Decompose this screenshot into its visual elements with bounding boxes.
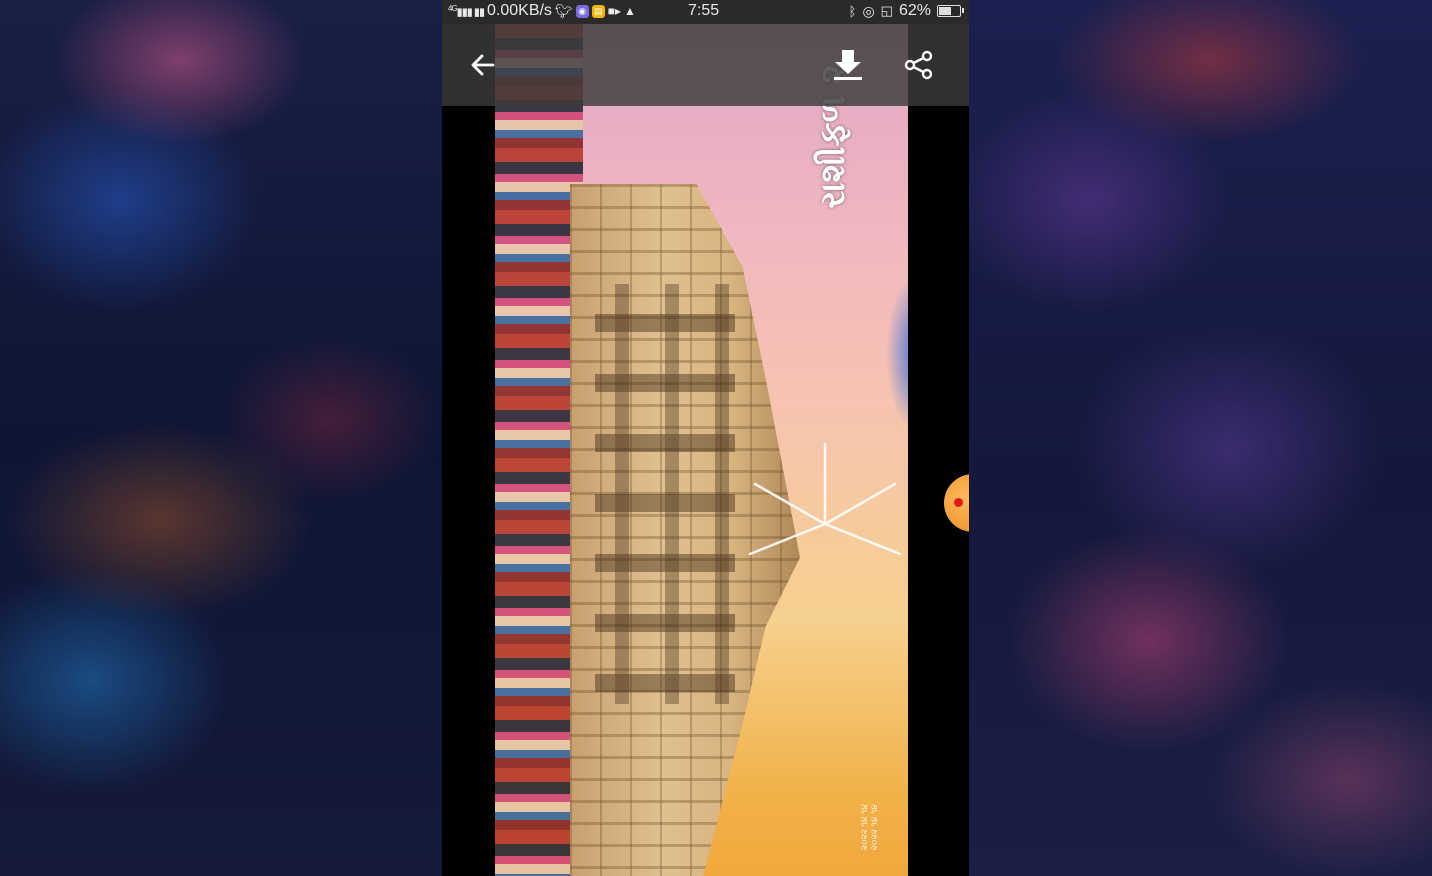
image-watermark: ૨૦૨૨ ૧૪ ૧૪ ૨૦૨૨ ૧૪ ૧૪ bbox=[859, 804, 889, 850]
snapchat-icon: ▲ bbox=[624, 4, 636, 18]
download-icon bbox=[834, 50, 862, 80]
watermark-line: ૨૦૨૨ ૧૪ ૧૪ bbox=[859, 804, 869, 851]
arrow-left-icon bbox=[471, 54, 495, 76]
watermark-line: ૨૦૨૨ ૧૪ ૧૪ bbox=[869, 804, 879, 851]
battery-icon bbox=[937, 5, 964, 17]
blurred-backdrop-left bbox=[0, 0, 442, 876]
download-button[interactable] bbox=[823, 40, 873, 90]
back-button[interactable] bbox=[458, 40, 508, 90]
notes-icon: ▤ bbox=[591, 4, 605, 18]
eye-icon: ◎ bbox=[862, 2, 875, 19]
twitter-icon: 🐦︎ bbox=[554, 2, 573, 19]
status-bar: 4G▮▮▮ ▮▮ 0.00KB/s 🐦︎ ◉ ▤ ■▸ ▲ 7:55 ᛒ ◎ ◱… bbox=[442, 0, 969, 24]
battery-percent: 62% bbox=[898, 2, 931, 19]
clock: 7:55 bbox=[688, 2, 720, 19]
network-type: 4G bbox=[448, 3, 458, 13]
app-icon: ◉ bbox=[575, 4, 589, 18]
phone-screen: રાશીફળ ૨ ૨૦૨૨ ૧૪ ૧૪ ૨૦૨૨ ૧૪ ૧૪ 4G▮▮▮ ▮▮ … bbox=[442, 0, 969, 876]
net-speed: 0.00KB/s bbox=[487, 2, 552, 19]
temple-windows bbox=[595, 284, 735, 704]
bluetooth-icon: ᛒ bbox=[848, 3, 857, 19]
signal-icon: 4G▮▮▮ ▮▮ bbox=[448, 3, 485, 19]
sparkle-burst bbox=[748, 442, 902, 556]
share-icon bbox=[904, 50, 933, 80]
viewer-toolbar bbox=[442, 24, 969, 106]
image-viewer[interactable]: રાશીફળ ૨ ૨૦૨૨ ૧૪ ૧૪ ૨૦૨૨ ૧૪ ૧૪ bbox=[495, 24, 908, 876]
record-dot-icon bbox=[954, 498, 963, 507]
blurred-backdrop-right bbox=[969, 0, 1432, 876]
temple-photo[interactable]: રાશીફળ ૨ ૨૦૨૨ ૧૪ ૧૪ ૨૦૨૨ ૧૪ ૧૪ bbox=[495, 24, 908, 876]
video-icon: ■▸ bbox=[607, 4, 621, 18]
floating-record-button[interactable] bbox=[944, 474, 969, 532]
cast-icon: ◱ bbox=[880, 3, 893, 18]
crowd-area bbox=[495, 24, 583, 876]
share-button[interactable] bbox=[894, 40, 944, 90]
